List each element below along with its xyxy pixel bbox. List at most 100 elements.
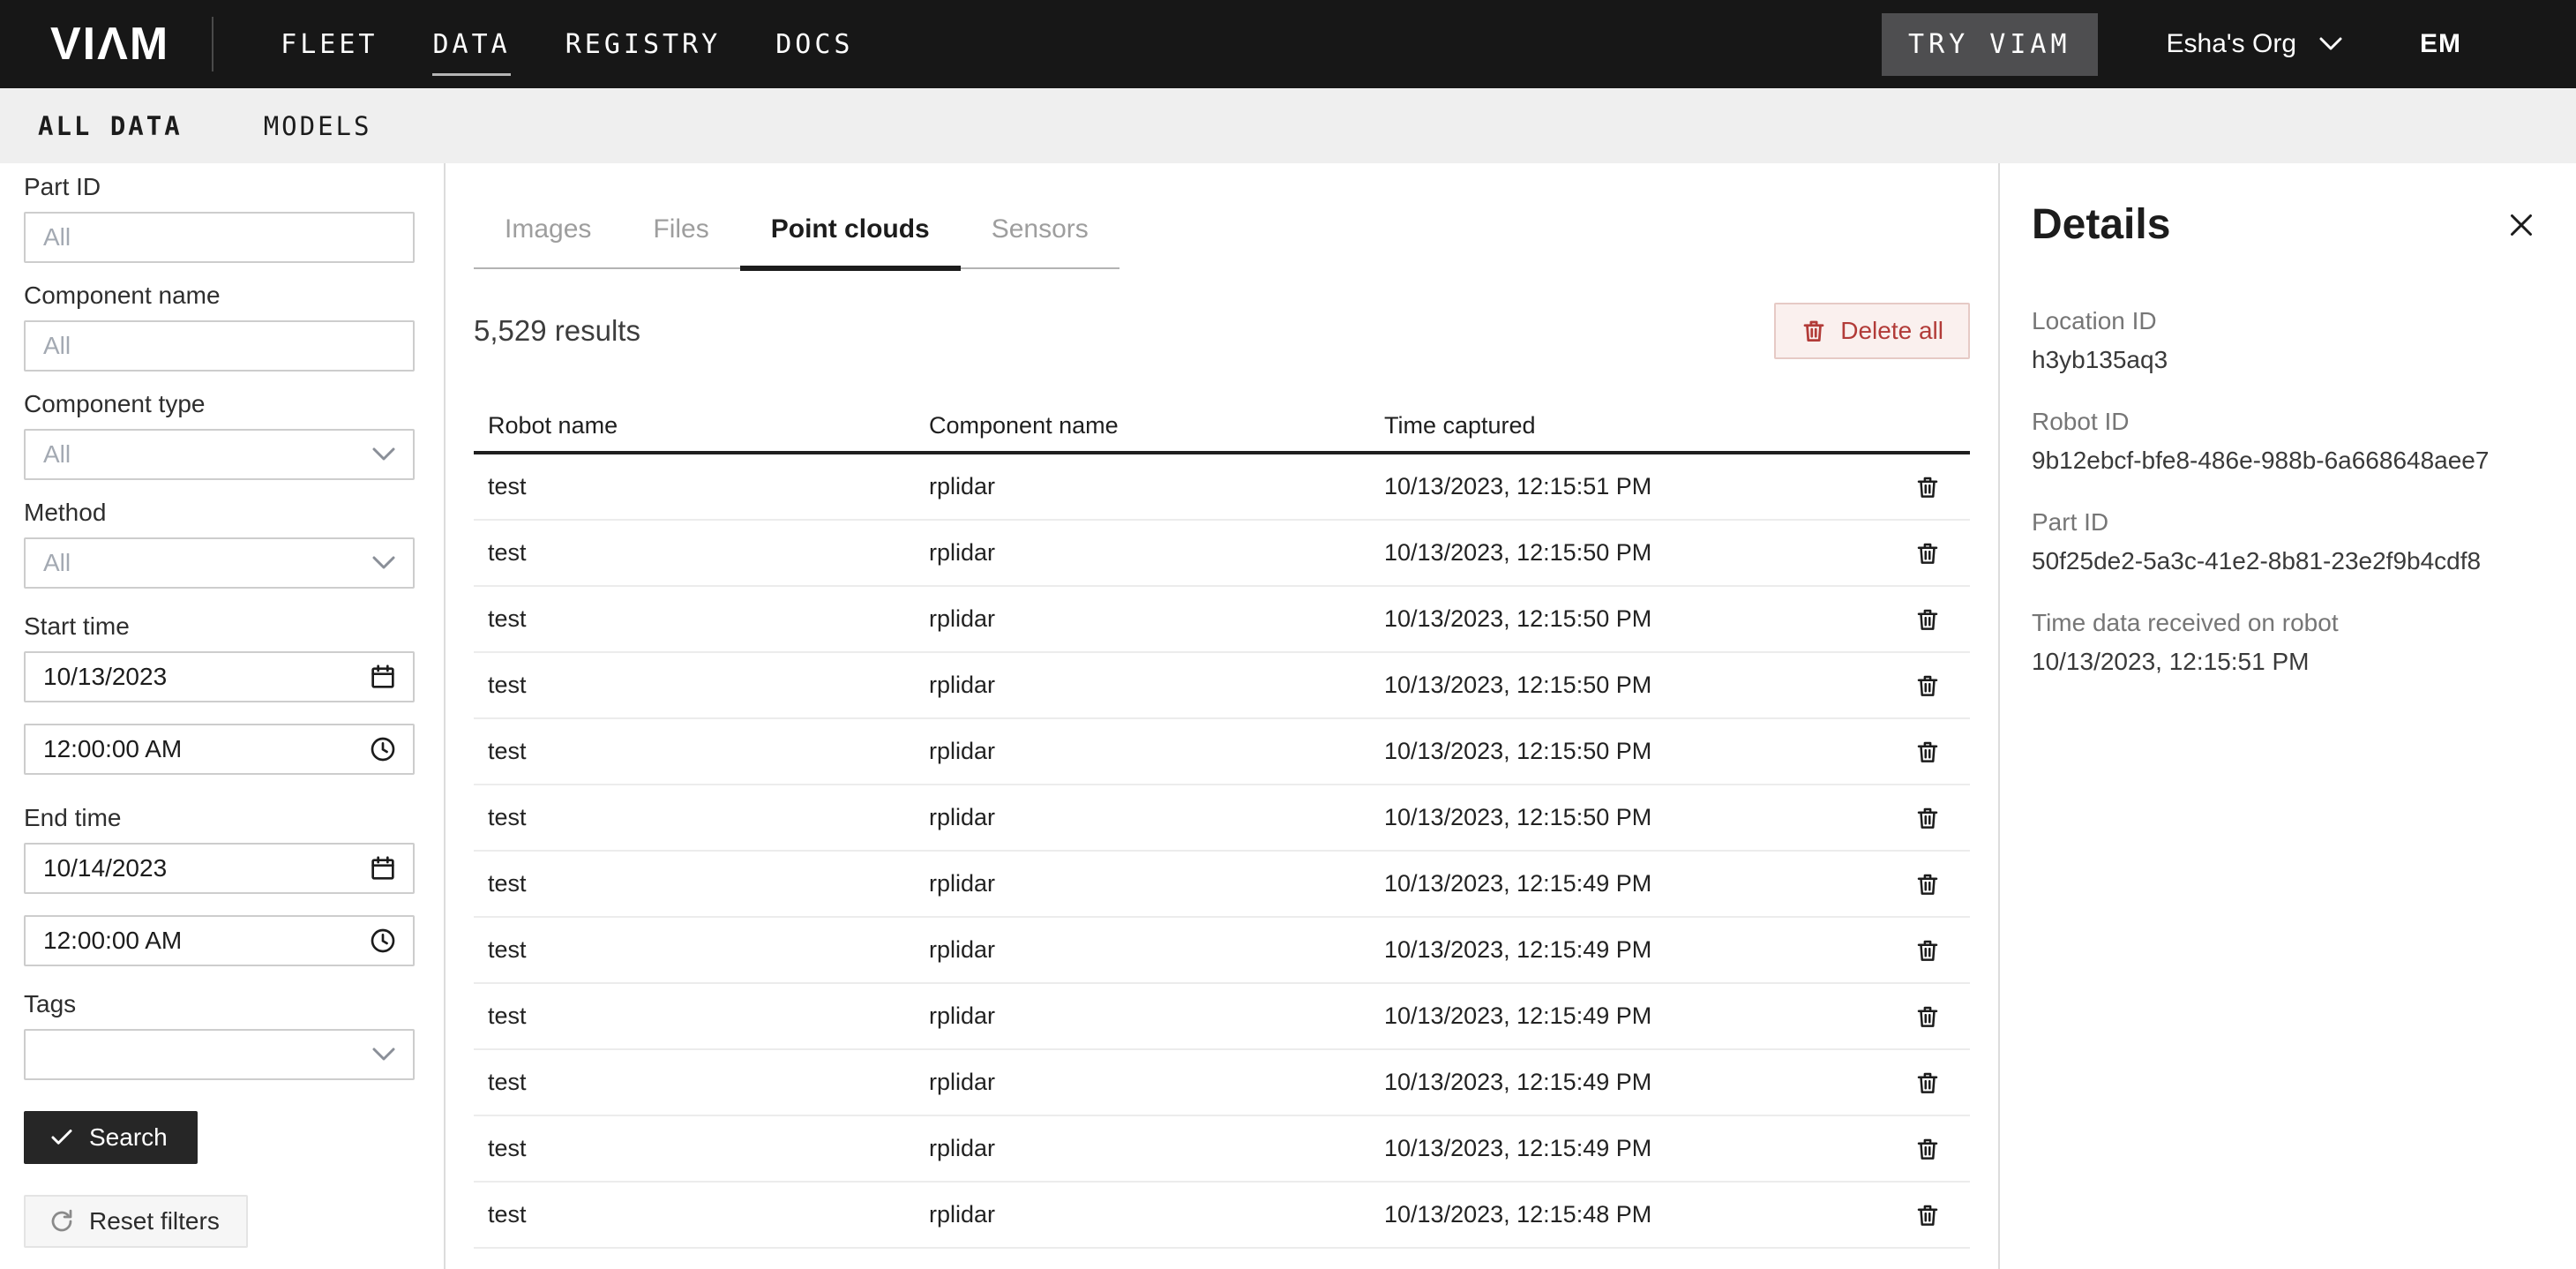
component-type-select[interactable]: All — [24, 429, 415, 480]
reset-filters-button[interactable]: Reset filters — [24, 1195, 248, 1248]
table-row[interactable]: test rplidar 10/13/2023, 12:15:50 PM — [474, 587, 1970, 653]
cell-time-captured: 10/13/2023, 12:15:49 PM — [1384, 936, 1908, 964]
table-row[interactable]: test rplidar 10/13/2023, 12:15:48 PM — [474, 1249, 1970, 1269]
details-field: Time data received on robot 10/13/2023, … — [2032, 609, 2541, 676]
cell-component-name: rplidar — [929, 1201, 1384, 1228]
row-delete-button[interactable] — [1908, 931, 1947, 970]
data-subnav: ALL DATA MODELS — [0, 88, 2576, 163]
user-avatar[interactable]: EM — [2420, 29, 2461, 59]
tab-all-data[interactable]: ALL DATA — [38, 111, 183, 141]
details-field: Part ID 50f25de2-5a3c-41e2-8b81-23e2f9b4… — [2032, 508, 2541, 575]
table-row[interactable]: test rplidar 10/13/2023, 12:15:48 PM — [474, 1183, 1970, 1249]
cell-robot-name: test — [488, 473, 929, 500]
end-time-label: End time — [24, 803, 415, 833]
viam-logo[interactable]: VIΛM — [50, 18, 169, 71]
table-row[interactable]: test rplidar 10/13/2023, 12:15:50 PM — [474, 653, 1970, 719]
details-field: Location ID h3yb135aq3 — [2032, 307, 2541, 374]
table-row[interactable]: test rplidar 10/13/2023, 12:15:51 PM — [474, 454, 1970, 521]
search-button[interactable]: Search — [24, 1111, 198, 1164]
org-switcher[interactable]: Esha's Org — [2167, 29, 2342, 59]
cell-time-captured: 10/13/2023, 12:15:49 PM — [1384, 1002, 1908, 1030]
table-row[interactable]: test rplidar 10/13/2023, 12:15:50 PM — [474, 521, 1970, 587]
chevron-down-icon — [372, 556, 395, 570]
calendar-icon[interactable] — [369, 854, 397, 882]
data-type-tabs: Images Files Point clouds Sensors — [474, 207, 1120, 269]
tab-files[interactable]: Files — [622, 207, 739, 267]
column-header-time-captured: Time captured — [1384, 412, 1908, 439]
table-row[interactable]: test rplidar 10/13/2023, 12:15:49 PM — [474, 984, 1970, 1050]
cell-time-captured: 10/13/2023, 12:15:50 PM — [1384, 539, 1908, 567]
trash-icon — [1914, 540, 1941, 567]
tab-models[interactable]: MODELS — [264, 111, 372, 141]
header-right: TRY VIAM Esha's Org EM — [1882, 13, 2461, 76]
table-row[interactable]: test rplidar 10/13/2023, 12:15:50 PM — [474, 719, 1970, 785]
end-time-input[interactable] — [24, 915, 415, 966]
cell-robot-name: test — [488, 672, 929, 699]
row-delete-button[interactable] — [1908, 799, 1947, 837]
cell-component-name: rplidar — [929, 738, 1384, 765]
table-row[interactable]: test rplidar 10/13/2023, 12:15:49 PM — [474, 852, 1970, 918]
row-delete-button[interactable] — [1908, 997, 1947, 1036]
row-delete-button[interactable] — [1908, 1262, 1947, 1269]
end-date-input[interactable] — [24, 843, 415, 894]
cell-component-name: rplidar — [929, 870, 1384, 897]
start-date-input[interactable] — [24, 651, 415, 702]
part-id-label: Part ID — [24, 172, 415, 202]
table-row[interactable]: test rplidar 10/13/2023, 12:15:49 PM — [474, 1050, 1970, 1116]
row-delete-button[interactable] — [1908, 1130, 1947, 1168]
start-time-input[interactable] — [24, 724, 415, 775]
cell-time-captured: 10/13/2023, 12:15:49 PM — [1384, 870, 1908, 897]
results-count: 5,529 results — [474, 314, 640, 348]
row-delete-button[interactable] — [1908, 600, 1947, 639]
row-delete-button[interactable] — [1908, 1196, 1947, 1235]
cell-component-name: rplidar — [929, 605, 1384, 633]
chevron-down-icon — [372, 447, 395, 462]
method-select[interactable]: All — [24, 537, 415, 589]
clock-icon[interactable] — [369, 735, 397, 763]
clock-icon[interactable] — [369, 927, 397, 955]
nav-item-fleet[interactable]: FLEET — [281, 0, 378, 88]
cell-time-captured: 10/13/2023, 12:15:50 PM — [1384, 738, 1908, 765]
table-row[interactable]: test rplidar 10/13/2023, 12:15:49 PM — [474, 1116, 1970, 1183]
details-title: Details — [2032, 200, 2170, 249]
table-row[interactable]: test rplidar 10/13/2023, 12:15:50 PM — [474, 785, 1970, 852]
row-delete-button[interactable] — [1908, 666, 1947, 705]
trash-icon — [1914, 672, 1941, 699]
nav-item-registry[interactable]: REGISTRY — [565, 0, 722, 88]
delete-all-button[interactable]: Delete all — [1774, 303, 1970, 359]
tags-select[interactable] — [24, 1029, 415, 1080]
row-delete-button[interactable] — [1908, 865, 1947, 904]
cell-time-captured: 10/13/2023, 12:15:51 PM — [1384, 473, 1908, 500]
table-header-row: Robot name Component name Time captured — [474, 400, 1970, 454]
tab-images[interactable]: Images — [474, 207, 622, 267]
cell-component-name: rplidar — [929, 936, 1384, 964]
data-main-panel: Images Files Point clouds Sensors 5,529 … — [446, 163, 1998, 1269]
point-clouds-table: Robot name Component name Time captured … — [474, 400, 1970, 1269]
try-viam-button[interactable]: TRY VIAM — [1882, 13, 2098, 76]
tab-point-clouds[interactable]: Point clouds — [740, 207, 961, 267]
row-delete-button[interactable] — [1908, 732, 1947, 771]
trash-icon — [1801, 318, 1827, 344]
cell-robot-name: test — [488, 936, 929, 964]
row-delete-button[interactable] — [1908, 1063, 1947, 1102]
table-row[interactable]: test rplidar 10/13/2023, 12:15:49 PM — [474, 918, 1970, 984]
close-icon[interactable] — [2502, 206, 2541, 244]
method-label: Method — [24, 498, 415, 528]
cell-time-captured: 10/13/2023, 12:15:50 PM — [1384, 804, 1908, 831]
cell-robot-name: test — [488, 738, 929, 765]
cell-robot-name: test — [488, 605, 929, 633]
row-delete-button[interactable] — [1908, 534, 1947, 573]
details-panel: Details Location ID h3yb135aq3 Robot ID … — [1998, 163, 2576, 1269]
start-time-label: Start time — [24, 612, 415, 642]
cell-time-captured: 10/13/2023, 12:15:48 PM — [1384, 1201, 1908, 1228]
tab-sensors[interactable]: Sensors — [961, 207, 1120, 267]
cell-component-name: rplidar — [929, 1002, 1384, 1030]
calendar-icon[interactable] — [369, 663, 397, 691]
row-delete-button[interactable] — [1908, 468, 1947, 507]
component-name-input[interactable] — [24, 320, 415, 372]
nav-item-data[interactable]: DATA — [432, 0, 510, 88]
header-divider — [212, 17, 213, 71]
part-id-input[interactable] — [24, 212, 415, 263]
trash-icon — [1914, 1202, 1941, 1228]
nav-item-docs[interactable]: DOCS — [775, 0, 853, 88]
